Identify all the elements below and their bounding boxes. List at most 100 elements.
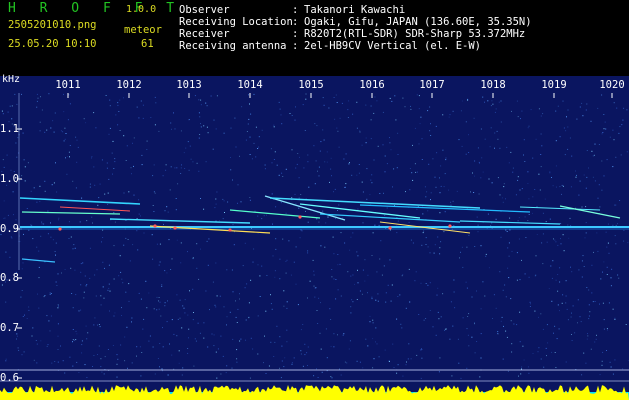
- noise-speckle: [146, 140, 148, 142]
- noise-speckle: [72, 307, 74, 309]
- noise-speckle: [107, 349, 109, 350]
- noise-speckle: [494, 111, 496, 113]
- noise-speckle: [555, 110, 557, 112]
- noise-speckle: [352, 232, 354, 234]
- noise-speckle: [55, 254, 56, 256]
- noise-speckle: [348, 348, 350, 350]
- noise-speckle: [582, 255, 584, 257]
- noise-speckle: [160, 315, 162, 317]
- noise-speckle: [216, 191, 218, 193]
- noise-speckle: [601, 94, 603, 96]
- noise-speckle: [468, 234, 470, 236]
- noise-speckle: [1, 110, 3, 112]
- noise-speckle: [357, 208, 359, 210]
- noise-speckle: [615, 204, 617, 206]
- noise-speckle: [460, 377, 462, 379]
- noise-speckle: [319, 150, 321, 152]
- noise-speckle: [318, 297, 320, 299]
- noise-speckle: [129, 260, 131, 262]
- noise-speckle: [130, 167, 132, 169]
- noise-speckle: [600, 278, 602, 280]
- noise-speckle: [520, 373, 522, 375]
- noise-speckle: [529, 306, 531, 307]
- noise-speckle: [565, 280, 567, 282]
- noise-speckle: [307, 250, 309, 252]
- noise-speckle: [248, 302, 250, 304]
- noise-speckle: [427, 210, 429, 212]
- noise-speckle: [249, 197, 251, 198]
- noise-speckle: [258, 146, 260, 148]
- noise-speckle: [284, 357, 286, 359]
- noise-speckle: [253, 248, 255, 250]
- noise-speckle: [525, 237, 527, 238]
- noise-speckle: [394, 95, 396, 97]
- noise-speckle: [329, 181, 330, 183]
- noise-speckle: [251, 158, 253, 160]
- noise-speckle: [146, 149, 148, 150]
- noise-speckle: [192, 288, 194, 290]
- noise-speckle: [507, 370, 509, 372]
- noise-speckle: [397, 296, 399, 297]
- noise-speckle: [16, 156, 18, 158]
- noise-speckle: [297, 304, 299, 306]
- noise-speckle: [89, 277, 91, 279]
- noise-speckle: [257, 315, 259, 317]
- noise-speckle: [619, 200, 621, 201]
- noise-speckle: [72, 339, 74, 340]
- noise-speckle: [23, 233, 24, 235]
- noise-speckle: [192, 161, 194, 163]
- y-axis-unit: kHz: [2, 74, 21, 85]
- noise-speckle: [158, 297, 160, 298]
- noise-speckle: [420, 349, 422, 351]
- noise-speckle: [127, 239, 129, 240]
- noise-speckle: [349, 340, 351, 342]
- noise-speckle: [474, 352, 476, 354]
- noise-speckle: [11, 118, 13, 120]
- noise-speckle: [584, 237, 586, 239]
- noise-speckle: [599, 303, 600, 305]
- noise-speckle: [500, 100, 502, 102]
- noise-speckle: [470, 191, 471, 193]
- noise-speckle: [350, 312, 352, 314]
- noise-speckle: [505, 330, 507, 332]
- info-value: 2el-HB9CV Vertical (el. E-W): [304, 40, 482, 52]
- noise-speckle: [177, 318, 179, 320]
- noise-speckle: [307, 346, 309, 348]
- noise-speckle: [406, 361, 407, 363]
- noise-speckle: [68, 151, 70, 153]
- noise-speckle: [192, 319, 194, 321]
- noise-speckle: [532, 212, 533, 214]
- noise-speckle: [213, 334, 215, 336]
- noise-speckle: [249, 103, 250, 105]
- noise-speckle: [617, 274, 619, 276]
- noise-speckle: [566, 116, 567, 118]
- noise-speckle: [364, 259, 366, 261]
- noise-speckle: [190, 158, 192, 160]
- noise-speckle: [165, 169, 167, 171]
- noise-speckle: [171, 354, 173, 356]
- noise-speckle: [546, 324, 548, 326]
- x-tick-label: 1018: [480, 79, 506, 91]
- noise-speckle: [370, 105, 372, 107]
- noise-speckle: [142, 328, 144, 330]
- noise-speckle: [215, 198, 217, 200]
- noise-speckle: [559, 310, 560, 312]
- noise-speckle: [26, 208, 28, 209]
- noise-speckle: [22, 262, 24, 264]
- noise-speckle: [402, 375, 404, 377]
- noise-speckle: [521, 188, 523, 190]
- noise-speckle: [180, 167, 182, 169]
- noise-speckle: [557, 105, 559, 107]
- noise-speckle: [515, 194, 517, 196]
- noise-speckle: [223, 306, 225, 308]
- noise-speckle: [255, 156, 257, 158]
- noise-speckle: [169, 343, 170, 345]
- noise-speckle: [140, 100, 142, 102]
- noise-speckle: [64, 127, 66, 129]
- noise-speckle: [367, 345, 369, 347]
- noise-speckle: [350, 275, 352, 277]
- signal-hotspot: [298, 215, 302, 219]
- noise-speckle: [356, 299, 358, 300]
- x-tick-label: 1012: [116, 79, 142, 91]
- noise-speckle: [361, 144, 363, 146]
